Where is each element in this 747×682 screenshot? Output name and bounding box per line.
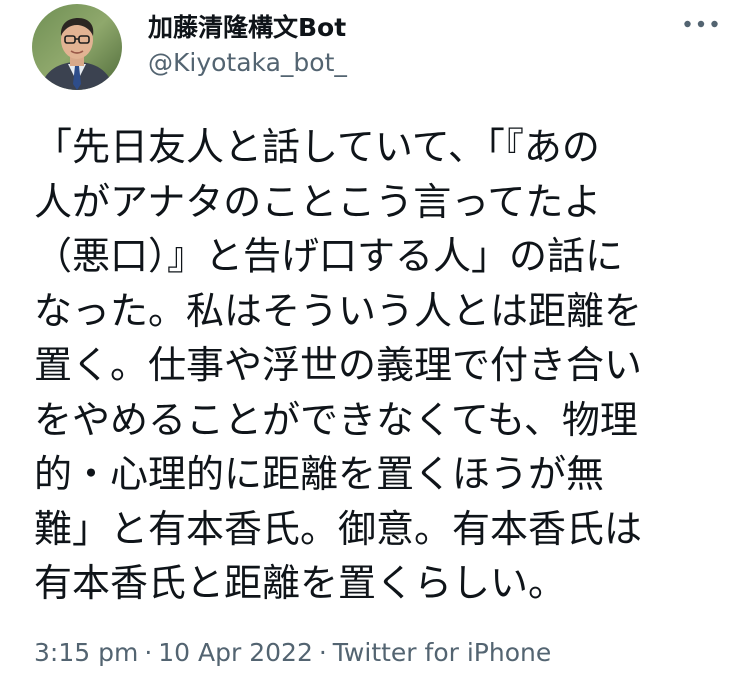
avatar[interactable]: [32, 4, 122, 90]
meta-separator: ·: [318, 638, 327, 667]
profile-photo-image: [32, 4, 122, 90]
tweet-source-link[interactable]: Twitter for iPhone: [333, 638, 551, 667]
meta-separator: ·: [144, 638, 153, 667]
tweet-text: 「先日友人と話していて、「『あの 人がアナタのことこう言ってたよ （悪口）』と告…: [34, 125, 643, 605]
author-display-name[interactable]: 加藤清隆構文Bot: [148, 8, 346, 44]
more-options-button[interactable]: [676, 2, 726, 46]
tweet-metadata: 3:15 pm · 10 Apr 2022 · Twitter for iPhone: [34, 638, 551, 667]
author-handle[interactable]: @Kiyotaka_bot_: [148, 48, 347, 77]
tweet-time[interactable]: 3:15 pm: [34, 638, 138, 667]
tweet-date[interactable]: 10 Apr 2022: [158, 638, 313, 667]
tweet-card: 加藤清隆構文Bot @Kiyotaka_bot_ 「先日友人と話していて、「『あ…: [0, 0, 747, 682]
more-horizontal-icon: [684, 20, 718, 28]
